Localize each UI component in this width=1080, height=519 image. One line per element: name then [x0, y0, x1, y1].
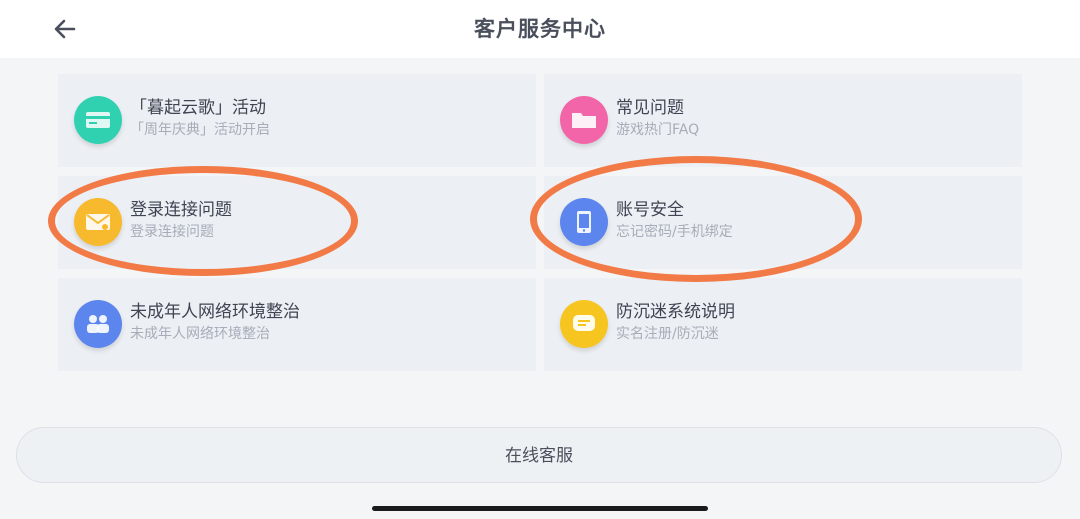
- card-subtitle: 未成年人网络环境整治: [130, 326, 270, 342]
- message-icon: [560, 300, 608, 348]
- card-title: 账号安全: [616, 200, 684, 220]
- card-account-security[interactable]: 账号安全 忘记密码/手机绑定: [544, 176, 1022, 269]
- home-indicator: [372, 506, 708, 511]
- folder-icon: [560, 96, 608, 144]
- card-title: 常见问题: [616, 98, 684, 118]
- card-login-issues[interactable]: 登录连接问题 登录连接问题: [58, 176, 536, 269]
- mail-icon: [74, 198, 122, 246]
- card-title: 「暮起云歌」活动: [130, 98, 266, 118]
- card-subtitle: 「周年庆典」活动开启: [130, 122, 270, 138]
- online-service-button[interactable]: 在线客服: [16, 427, 1062, 483]
- card-title: 防沉迷系统说明: [616, 302, 735, 322]
- card-icon: [74, 96, 122, 144]
- card-activity[interactable]: 「暮起云歌」活动 「周年庆典」活动开启: [58, 74, 536, 167]
- card-subtitle: 登录连接问题: [130, 224, 214, 240]
- card-anti-addiction[interactable]: 防沉迷系统说明 实名注册/防沉迷: [544, 278, 1022, 371]
- page-title: 客户服务中心: [474, 17, 606, 41]
- phone-icon: [560, 198, 608, 246]
- card-subtitle: 实名注册/防沉迷: [616, 326, 719, 342]
- card-subtitle: 忘记密码/手机绑定: [616, 224, 733, 240]
- card-subtitle: 游戏热门FAQ: [616, 122, 700, 138]
- card-title: 未成年人网络环境整治: [130, 302, 300, 322]
- card-minor-protection[interactable]: 未成年人网络环境整治 未成年人网络环境整治: [58, 278, 536, 371]
- card-title: 登录连接问题: [130, 200, 232, 220]
- card-faq[interactable]: 常见问题 游戏热门FAQ: [544, 74, 1022, 167]
- people-icon: [74, 300, 122, 348]
